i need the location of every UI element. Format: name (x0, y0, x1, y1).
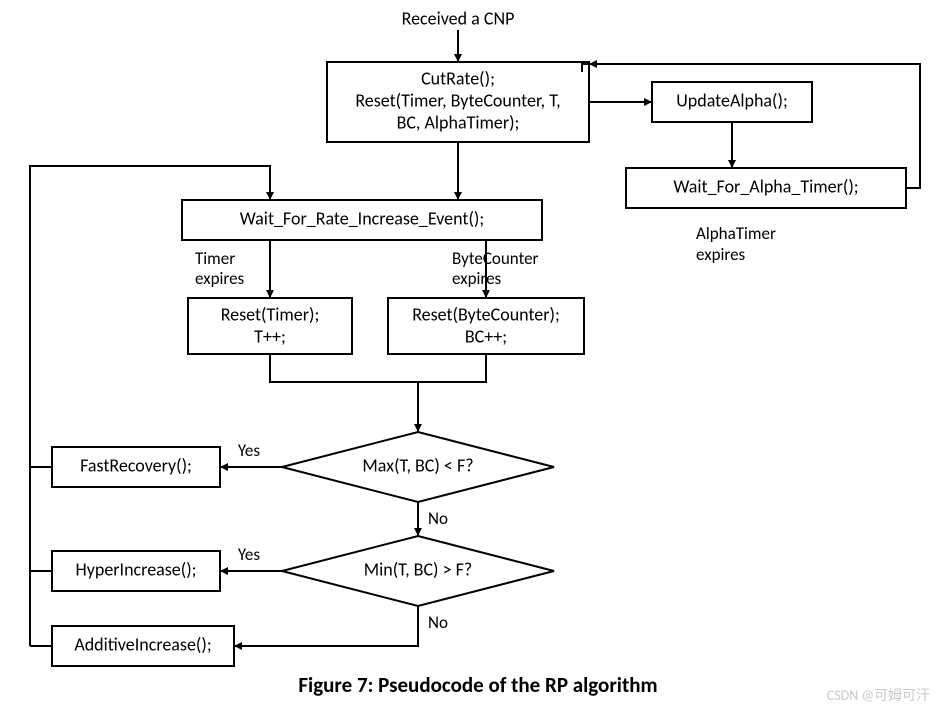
edge-d2-yes: Yes (238, 544, 261, 565)
edge-alpha-l2: expires (696, 244, 746, 265)
edge-bc-l2: expires (452, 268, 502, 289)
figure-caption: Figure 7: Pseudocode of the RP algorithm (298, 672, 657, 698)
cutrate-line2: Reset(Timer, ByteCounter, T, (355, 89, 560, 111)
wait-alpha-text: Wait_For_Alpha_Timer(); (673, 175, 858, 197)
hyperincrease-text: HyperIncrease(); (76, 558, 197, 580)
edge-d1-no: No (428, 508, 448, 529)
edge-d2-no: No (428, 612, 448, 633)
cutrate-line3: BC, AlphaTimer); (397, 111, 520, 133)
decision-max-text: Max(T, BC) < F? (362, 454, 473, 476)
reset-timer-l2: T++; (254, 325, 286, 347)
edge-timer-l2: expires (195, 268, 245, 289)
decision-min-text: Min(T, BC) > F? (364, 558, 472, 580)
fastrecovery-text: FastRecovery(); (80, 454, 192, 476)
edge-bc-l1: ByteCounter (452, 248, 539, 269)
watermark: CSDN @可姆可汗 (827, 687, 930, 704)
edge-d1-yes: Yes (238, 440, 261, 461)
wait-rate-text: Wait_For_Rate_Increase_Event(); (240, 207, 484, 229)
edge-alpha-l1: AlphaTimer (696, 223, 776, 244)
additiveincrease-text: AdditiveIncrease(); (74, 633, 211, 655)
reset-bc-l2: BC++; (465, 325, 507, 347)
updatealpha-text: UpdateAlpha(); (676, 89, 788, 111)
reset-timer-l1: Reset(Timer); (221, 303, 320, 325)
edge-timer-l1: Timer (195, 248, 235, 269)
start-label: Received a CNP (402, 7, 515, 29)
cutrate-line1: CutRate(); (421, 67, 495, 89)
reset-bc-l1: Reset(ByteCounter); (412, 303, 560, 325)
